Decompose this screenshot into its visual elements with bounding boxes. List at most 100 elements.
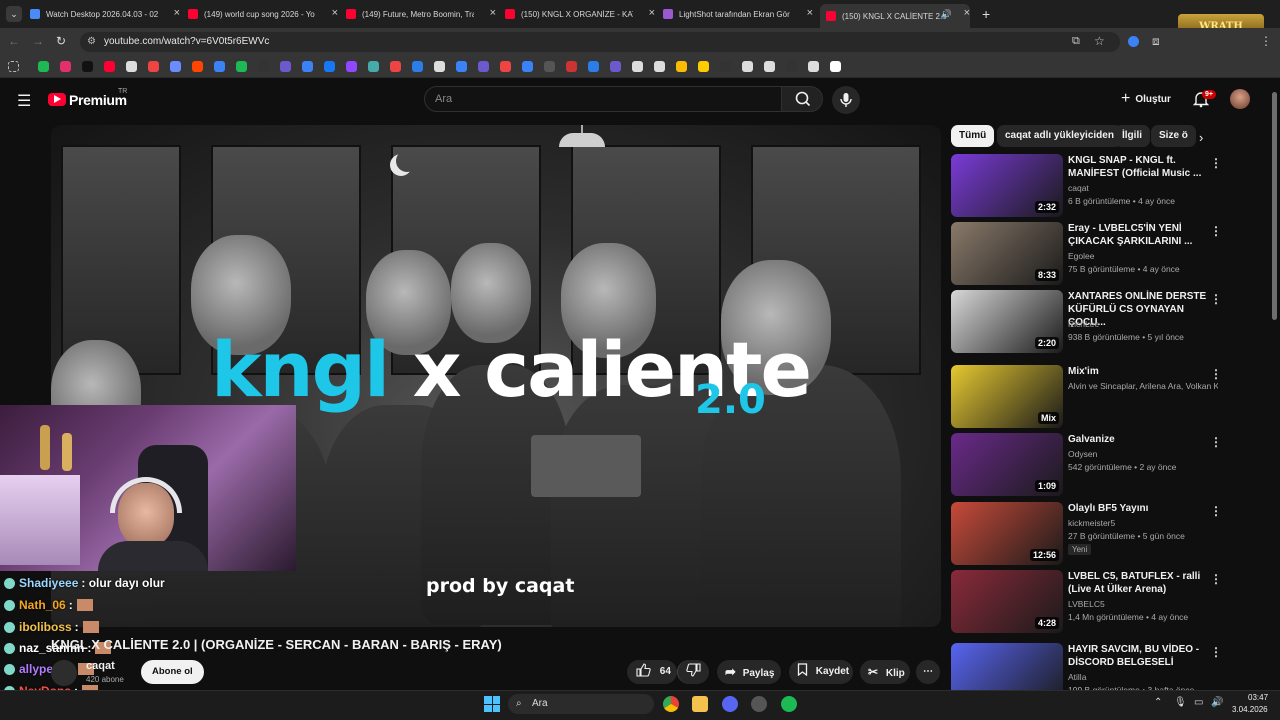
bookmark-favicon-icon[interactable] [346,61,357,72]
recommendation-menu-icon[interactable]: ⋮ [1210,435,1222,449]
bookmark-favicon-icon[interactable] [610,61,621,72]
bookmark-favicon-icon[interactable] [830,61,841,72]
recommendation-menu-icon[interactable]: ⋮ [1210,156,1222,170]
recommendation-channel[interactable]: Alvin ve Sincaplar, Arilena Ara, Volkan … [1068,381,1218,391]
bookmark-favicon-icon[interactable] [434,61,445,72]
tab-search-button[interactable]: ⌄ [6,6,22,22]
recommendation-thumbnail[interactable]: 8:33 [951,222,1063,285]
bookmark-favicon-icon[interactable] [566,61,577,72]
bookmark-favicon-icon[interactable] [786,61,797,72]
filter-chip[interactable]: caqat adlı yükleyiciden [997,125,1122,147]
recommendation-title-line[interactable]: LVBEL C5, BATUFLEX - ralli [1068,570,1208,583]
bookmark-favicon-icon[interactable] [764,61,775,72]
dislike-button[interactable] [677,660,709,684]
bookmark-favicon-icon[interactable] [588,61,599,72]
tray-volume-icon[interactable]: 🔊 [1211,697,1223,708]
recommendation-title-line[interactable]: (Live At Ülker Arena) [1068,583,1208,596]
bookmark-favicon-icon[interactable] [368,61,379,72]
channel-avatar[interactable] [51,660,77,686]
recommendation-title-line[interactable]: Olaylı BF5 Yayını [1068,502,1208,515]
bookmark-favicon-icon[interactable] [478,61,489,72]
recommendation-thumbnail[interactable]: 1:09 [951,433,1063,496]
tab-close-icon[interactable]: × [649,7,655,19]
bookmark-favicon-icon[interactable] [742,61,753,72]
save-button[interactable]: Kaydet [789,660,853,684]
bookmark-favicon-icon[interactable] [808,61,819,72]
back-button[interactable]: ← [8,34,20,48]
bookmark-favicon-icon[interactable] [302,61,313,72]
bookmark-favicon-icon[interactable] [104,61,115,72]
windows-start-icon[interactable] [484,696,500,712]
bookmark-favicon-icon[interactable] [280,61,291,72]
spotify-icon[interactable] [781,696,797,712]
clip-button[interactable]: ✂ Klip [860,660,910,684]
recommendation-channel[interactable]: Odysen [1068,449,1218,459]
browser-tab[interactable]: (149) Future, Metro Boomin, Tra × [346,4,496,24]
recommendation-thumbnail[interactable]: Mix [951,365,1063,428]
subscribe-button[interactable]: Abone ol [141,660,204,684]
more-actions-button[interactable]: ⋯ [916,660,940,684]
recommendation-channel[interactable]: LVBELC5 [1068,599,1218,609]
bookmark-favicon-icon[interactable] [456,61,467,72]
recommendation-channel[interactable]: caqat [1068,183,1218,193]
browser-tab[interactable]: (149) world cup song 2026 - Yo × [188,4,338,24]
discord-icon[interactable] [722,696,738,712]
bookmark-favicon-icon[interactable] [676,61,687,72]
recommendation-title-line[interactable]: ÇIKACAK ŞARKILARINI ... [1068,235,1208,248]
avatar[interactable] [1230,89,1250,109]
tab-close-icon[interactable]: × [332,7,338,19]
address-bar[interactable]: youtube.com/watch?v=6V0t5r6EWVc [80,32,1120,52]
tab-close-icon[interactable]: × [964,7,970,19]
bookmark-favicon-icon[interactable] [214,61,225,72]
tray-network-icon[interactable]: ▭ [1194,697,1203,708]
recommendation-title-line[interactable]: DİSCORD BELGESELİ [1068,656,1208,669]
taskbar-date[interactable]: 3.04.2026 [1232,705,1268,714]
create-button[interactable]: + Oluştur [1115,86,1177,112]
browser-tab[interactable]: LightShot tarafından Ekran Gör × [663,4,813,24]
settings-gear-icon[interactable] [751,696,767,712]
bookmark-favicon-icon[interactable] [390,61,401,72]
reload-button[interactable]: ↻ [56,34,66,48]
recommendation-menu-icon[interactable]: ⋮ [1210,367,1222,381]
extension-icon[interactable] [1128,36,1139,47]
bookmark-favicon-icon[interactable] [258,61,269,72]
bookmark-favicon-icon[interactable] [698,61,709,72]
tab-close-icon[interactable]: × [807,7,813,19]
bookmark-favicon-icon[interactable] [236,61,247,72]
bookmark-favicon-icon[interactable] [126,61,137,72]
taskbar-search[interactable]: ⌕ Ara [508,694,654,714]
taskbar-time[interactable]: 03:47 [1248,693,1268,702]
chips-next-arrow-icon[interactable]: › [1199,130,1203,145]
recommendation-title-line[interactable]: MANİFEST (Official Music ... [1068,167,1208,180]
browser-menu-icon[interactable]: ⋮ [1260,34,1272,48]
search-button[interactable] [781,86,823,112]
forward-button[interactable]: → [32,34,44,48]
bookmark-favicon-icon[interactable] [654,61,665,72]
tab-close-icon[interactable]: × [174,7,180,19]
recommendation-title-line[interactable]: Eray - LVBELC5'İN YENİ [1068,222,1208,235]
tab-close-icon[interactable]: × [490,7,496,19]
voice-search-button[interactable] [832,86,860,114]
bookmark-favicon-icon[interactable] [38,61,49,72]
recommendation-thumbnail[interactable]: 12:56 [951,502,1063,565]
bookmark-favicon-icon[interactable] [632,61,643,72]
file-explorer-icon[interactable] [692,696,708,712]
bookmark-star-icon[interactable]: ☆ [1094,34,1105,48]
share-button[interactable]: ➦ Paylaş [717,660,781,684]
browser-tab[interactable]: Watch Desktop 2026.04.03 - 02 × [30,4,180,24]
bookmark-favicon-icon[interactable] [170,61,181,72]
bookmark-favicon-icon[interactable] [720,61,731,72]
page-scrollbar[interactable] [1272,92,1277,320]
filter-chip[interactable]: Size ö [1151,125,1196,147]
recommendation-title-line[interactable]: Galvanize [1068,433,1208,446]
recommendation-title-line[interactable]: KNGL SNAP - KNGL ft. [1068,154,1208,167]
chrome-icon[interactable] [663,696,679,712]
new-tab-button[interactable]: + [982,6,990,22]
apps-grid-icon[interactable] [8,61,19,72]
recommendation-channel[interactable]: RichLee [1068,319,1218,329]
tray-chevron-icon[interactable]: ⌃ [1154,697,1162,708]
filter-chip[interactable]: Tümü [951,125,995,147]
filter-chip[interactable]: İlgili [1114,125,1150,147]
recommendation-channel[interactable]: Atilla [1068,672,1218,682]
install-app-icon[interactable]: ⧉ [1072,35,1080,48]
